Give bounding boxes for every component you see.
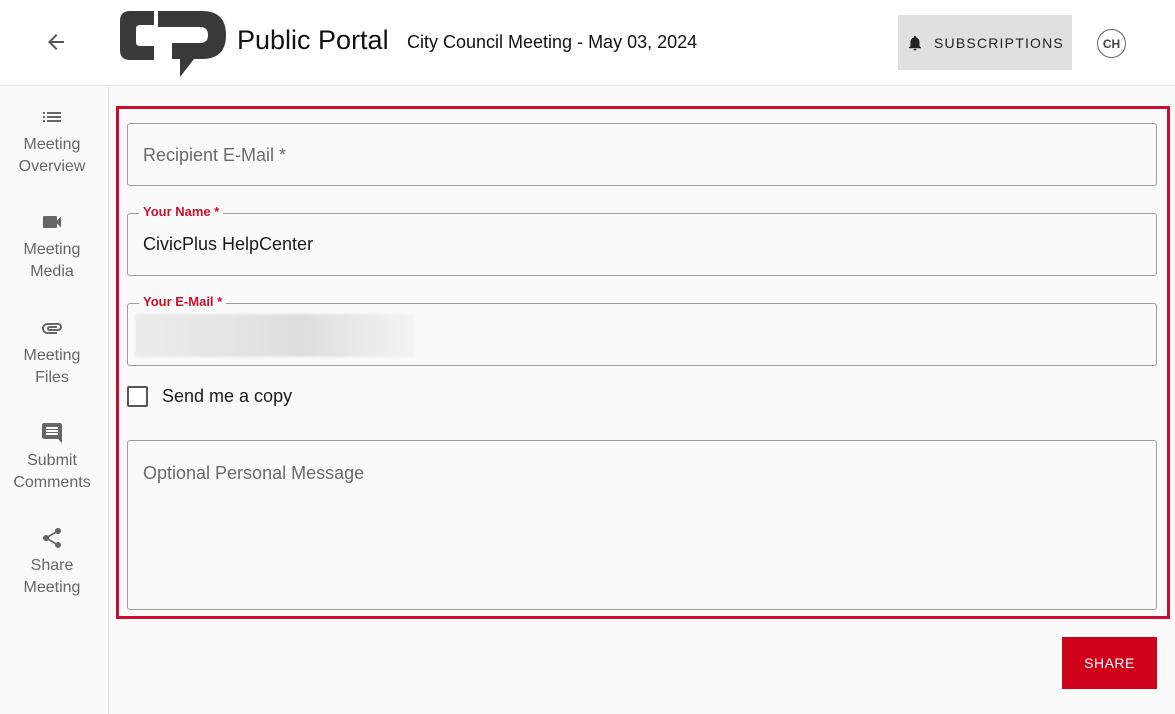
personal-message-placeholder: Optional Personal Message [143,463,365,483]
portal-title: Public Portal [237,25,389,55]
send-copy-label: Send me a copy [162,386,293,406]
subscriptions-label: SUBSCRIPTIONS [934,34,1064,51]
sidebar-item-submit-comments[interactable]: Submit Comments [0,420,104,494]
recipient-email-field[interactable]: Recipient E-Mail * [127,123,1157,186]
sidebar-item-label: Meeting Media [23,241,81,280]
share-icon [39,525,65,551]
redacted-email-value [135,314,414,357]
meeting-title: City Council Meeting - May 03, 2024 [407,32,698,52]
top-app-bar: Public Portal City Council Meeting - May… [0,0,1175,86]
sidebar-item-meeting-media[interactable]: Meeting Media [0,209,104,283]
your-name-label: Your Name * [139,204,224,219]
sidebar-item-share-meeting[interactable]: Share Meeting [0,525,104,599]
sidebar-item-label: Submit Comments [13,452,91,491]
personal-message-textarea[interactable]: Optional Personal Message [127,440,1157,610]
subscriptions-button[interactable]: SUBSCRIPTIONS [898,15,1072,70]
sidebar-item-meeting-overview[interactable]: Meeting Overview [0,104,104,178]
back-button[interactable] [36,24,76,60]
your-name-field[interactable]: Your Name * CivicPlus HelpCenter [127,204,1157,276]
sidebar-item-meeting-files[interactable]: Meeting Files [0,315,104,389]
user-avatar[interactable]: CH [1097,29,1126,58]
your-name-value: CivicPlus HelpCenter [143,234,314,254]
sidebar-item-label: Share Meeting [23,557,81,596]
civicplus-logo [120,11,226,77]
comment-icon [39,420,65,446]
sidebar-item-label: Meeting Overview [18,136,86,175]
your-email-field[interactable]: Your E-Mail * [127,294,1157,366]
sidebar-nav: Meeting Overview Meeting Media Meeting F… [0,87,109,714]
arrow-left-icon [48,34,64,50]
video-camera-icon [39,209,65,235]
send-copy-checkbox[interactable] [127,386,148,407]
send-copy-checkbox-row[interactable]: Send me a copy [127,386,292,407]
your-email-label: Your E-Mail * [139,294,227,309]
share-button[interactable]: SHARE [1062,637,1157,689]
paperclip-icon [39,315,65,341]
sidebar-item-label: Meeting Files [23,347,81,386]
recipient-email-placeholder: Recipient E-Mail * [143,145,287,165]
bell-icon [909,35,922,50]
list-icon [39,104,65,130]
